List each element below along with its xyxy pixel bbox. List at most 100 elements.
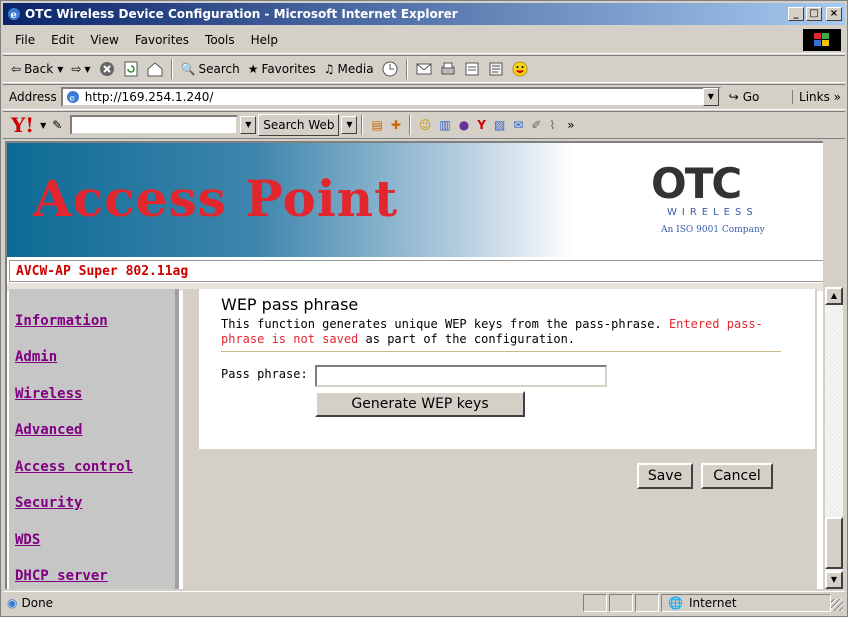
menu-help[interactable]: Help — [243, 33, 286, 47]
status-bar: ◉ Done 🌐 Internet — [3, 591, 845, 613]
resize-grip-icon[interactable] — [831, 599, 843, 611]
window-title: OTC Wireless Device Configuration - Micr… — [25, 7, 458, 21]
nav-security[interactable]: Security — [15, 495, 82, 511]
media-icon: ♫ — [323, 62, 335, 76]
nav-admin[interactable]: Admin — [15, 349, 57, 365]
crosshair-icon[interactable]: ✚ — [391, 118, 401, 132]
toolbar-separator — [361, 115, 364, 135]
address-dropdown-icon[interactable]: ▼ — [702, 88, 719, 106]
page-icon: e — [66, 91, 79, 104]
cancel-button[interactable]: Cancel — [701, 463, 773, 489]
yahoo-search-input[interactable] — [70, 115, 239, 135]
back-arrow-icon: ⇦ — [11, 62, 22, 76]
menu-favorites[interactable]: Favorites — [127, 33, 197, 47]
nav-access-control[interactable]: Access control — [15, 459, 133, 475]
section-description: This function generates unique WEP keys … — [221, 317, 801, 347]
bookmarks-icon[interactable]: ▤ — [371, 118, 382, 132]
favorites-icon: ★ — [247, 62, 259, 76]
finance-icon[interactable]: ▥ — [439, 118, 450, 132]
security-zone: 🌐 Internet — [661, 593, 831, 612]
print-icon[interactable] — [439, 60, 457, 78]
yahoo-y-icon[interactable]: Y — [477, 118, 486, 132]
save-button[interactable]: Save — [637, 463, 693, 489]
forward-arrow-icon: ⇨ — [71, 62, 82, 76]
more-chevron-icon[interactable]: » — [567, 118, 574, 132]
page-viewport: Access Point OTC WIRELESS An ISO 9001 Co… — [5, 141, 823, 589]
standard-toolbar: ⇦ Back ▼ ⇨ ▼ 🔍 Search ★ Favorites ♫ Media — [3, 55, 845, 83]
pencil-icon[interactable]: ✎ — [52, 118, 62, 132]
nav-information[interactable]: Information — [15, 313, 108, 329]
otc-logo-text: OTC — [651, 159, 742, 208]
scroll-up-icon[interactable]: ▲ — [825, 287, 843, 305]
address-input[interactable]: e http://169.254.1.240/ ▼ — [60, 87, 721, 107]
home-icon[interactable] — [146, 60, 164, 78]
description-text: This function generates unique WEP keys … — [221, 317, 662, 331]
chart-icon[interactable]: ▨ — [494, 118, 505, 132]
favorites-label: Favorites — [261, 62, 316, 76]
model-bar: AVCW-AP Super 802.11ag — [9, 260, 823, 282]
history-icon[interactable] — [381, 60, 399, 78]
back-button[interactable]: ⇦ Back ▼ — [7, 58, 67, 80]
search-web-button[interactable]: Search Web — [258, 114, 340, 136]
media-label: Media — [337, 62, 374, 76]
stop-icon[interactable] — [98, 60, 116, 78]
menu-tools[interactable]: Tools — [197, 33, 243, 47]
edit-icon[interactable] — [463, 60, 481, 78]
status-text: Done — [21, 595, 54, 610]
forward-button[interactable]: ⇨ ▼ — [67, 58, 94, 80]
refresh-icon[interactable] — [122, 60, 140, 78]
back-label: Back — [24, 62, 54, 76]
nav-dhcp-server[interactable]: DHCP server — [15, 568, 108, 584]
nav-wireless[interactable]: Wireless — [15, 386, 82, 402]
close-button[interactable]: × — [826, 7, 842, 21]
status-cell — [583, 593, 607, 612]
minimize-button[interactable]: _ — [788, 7, 804, 21]
main-content: WEP pass phrase This function generates … — [183, 289, 817, 589]
address-bar: Address e http://169.254.1.240/ ▼ ↪ Go L… — [3, 84, 845, 110]
smiley-icon[interactable]: ☺ — [419, 118, 432, 132]
description-text-end: as part of the configuration. — [365, 332, 576, 346]
nav-wds[interactable]: WDS — [15, 532, 40, 548]
search-button[interactable]: 🔍 Search — [177, 58, 244, 80]
links-label: Links — [799, 90, 830, 104]
menu-view[interactable]: View — [82, 33, 126, 47]
windows-logo-icon — [803, 29, 841, 51]
clip-icon[interactable]: ⌇ — [549, 118, 555, 132]
otc-logo-wireless: WIRELESS — [667, 207, 758, 218]
menu-bar: File Edit View Favorites Tools Help — [3, 27, 845, 54]
search-web-dropdown-icon[interactable]: ▼ — [341, 116, 358, 134]
nav-advanced[interactable]: Advanced — [15, 422, 82, 438]
go-button[interactable]: ↪ Go — [729, 90, 760, 104]
generate-wep-keys-button[interactable]: Generate WEP keys — [315, 391, 525, 417]
yahoo-dropdown-icon[interactable]: ▼ — [40, 121, 46, 130]
pen-icon[interactable]: ✐ — [531, 118, 541, 132]
browser-window: e OTC Wireless Device Configuration - Mi… — [0, 0, 848, 617]
messenger-smiley-icon[interactable] — [511, 60, 529, 78]
banner: Access Point OTC WIRELESS An ISO 9001 Co… — [7, 143, 823, 257]
yahoo-search-dropdown-icon[interactable]: ▼ — [240, 116, 257, 134]
vertical-scrollbar[interactable]: ▲ ▼ — [825, 287, 843, 589]
mail-icon[interactable] — [415, 60, 433, 78]
menu-file[interactable]: File — [7, 33, 43, 47]
scroll-thumb[interactable] — [825, 517, 843, 569]
banner-title: Access Point — [33, 169, 399, 228]
sidebar-nav: Information Admin Wireless Advanced Acce… — [9, 289, 179, 589]
otc-logo: OTC WIRELESS An ISO 9001 Company — [647, 159, 797, 243]
menu-edit[interactable]: Edit — [43, 33, 82, 47]
maximize-button[interactable]: □ — [806, 7, 822, 21]
internet-globe-icon: 🌐 — [668, 595, 683, 610]
svg-text:e: e — [69, 94, 74, 104]
search-label: Search — [198, 62, 240, 76]
favorites-button[interactable]: ★ Favorites — [244, 58, 320, 80]
title-bar: e OTC Wireless Device Configuration - Mi… — [3, 3, 845, 25]
status-cell — [635, 593, 659, 612]
scroll-down-icon[interactable]: ▼ — [825, 571, 843, 589]
yahoo-logo[interactable]: Y! — [11, 113, 34, 137]
envelope-icon[interactable]: ✉ — [513, 118, 523, 132]
discuss-icon[interactable] — [487, 60, 505, 78]
links-button[interactable]: Links » — [792, 90, 841, 104]
media-button[interactable]: ♫ Media — [320, 58, 378, 80]
section-divider — [221, 351, 781, 352]
my-yahoo-icon[interactable]: ● — [459, 118, 469, 132]
pass-phrase-input[interactable] — [315, 365, 607, 387]
